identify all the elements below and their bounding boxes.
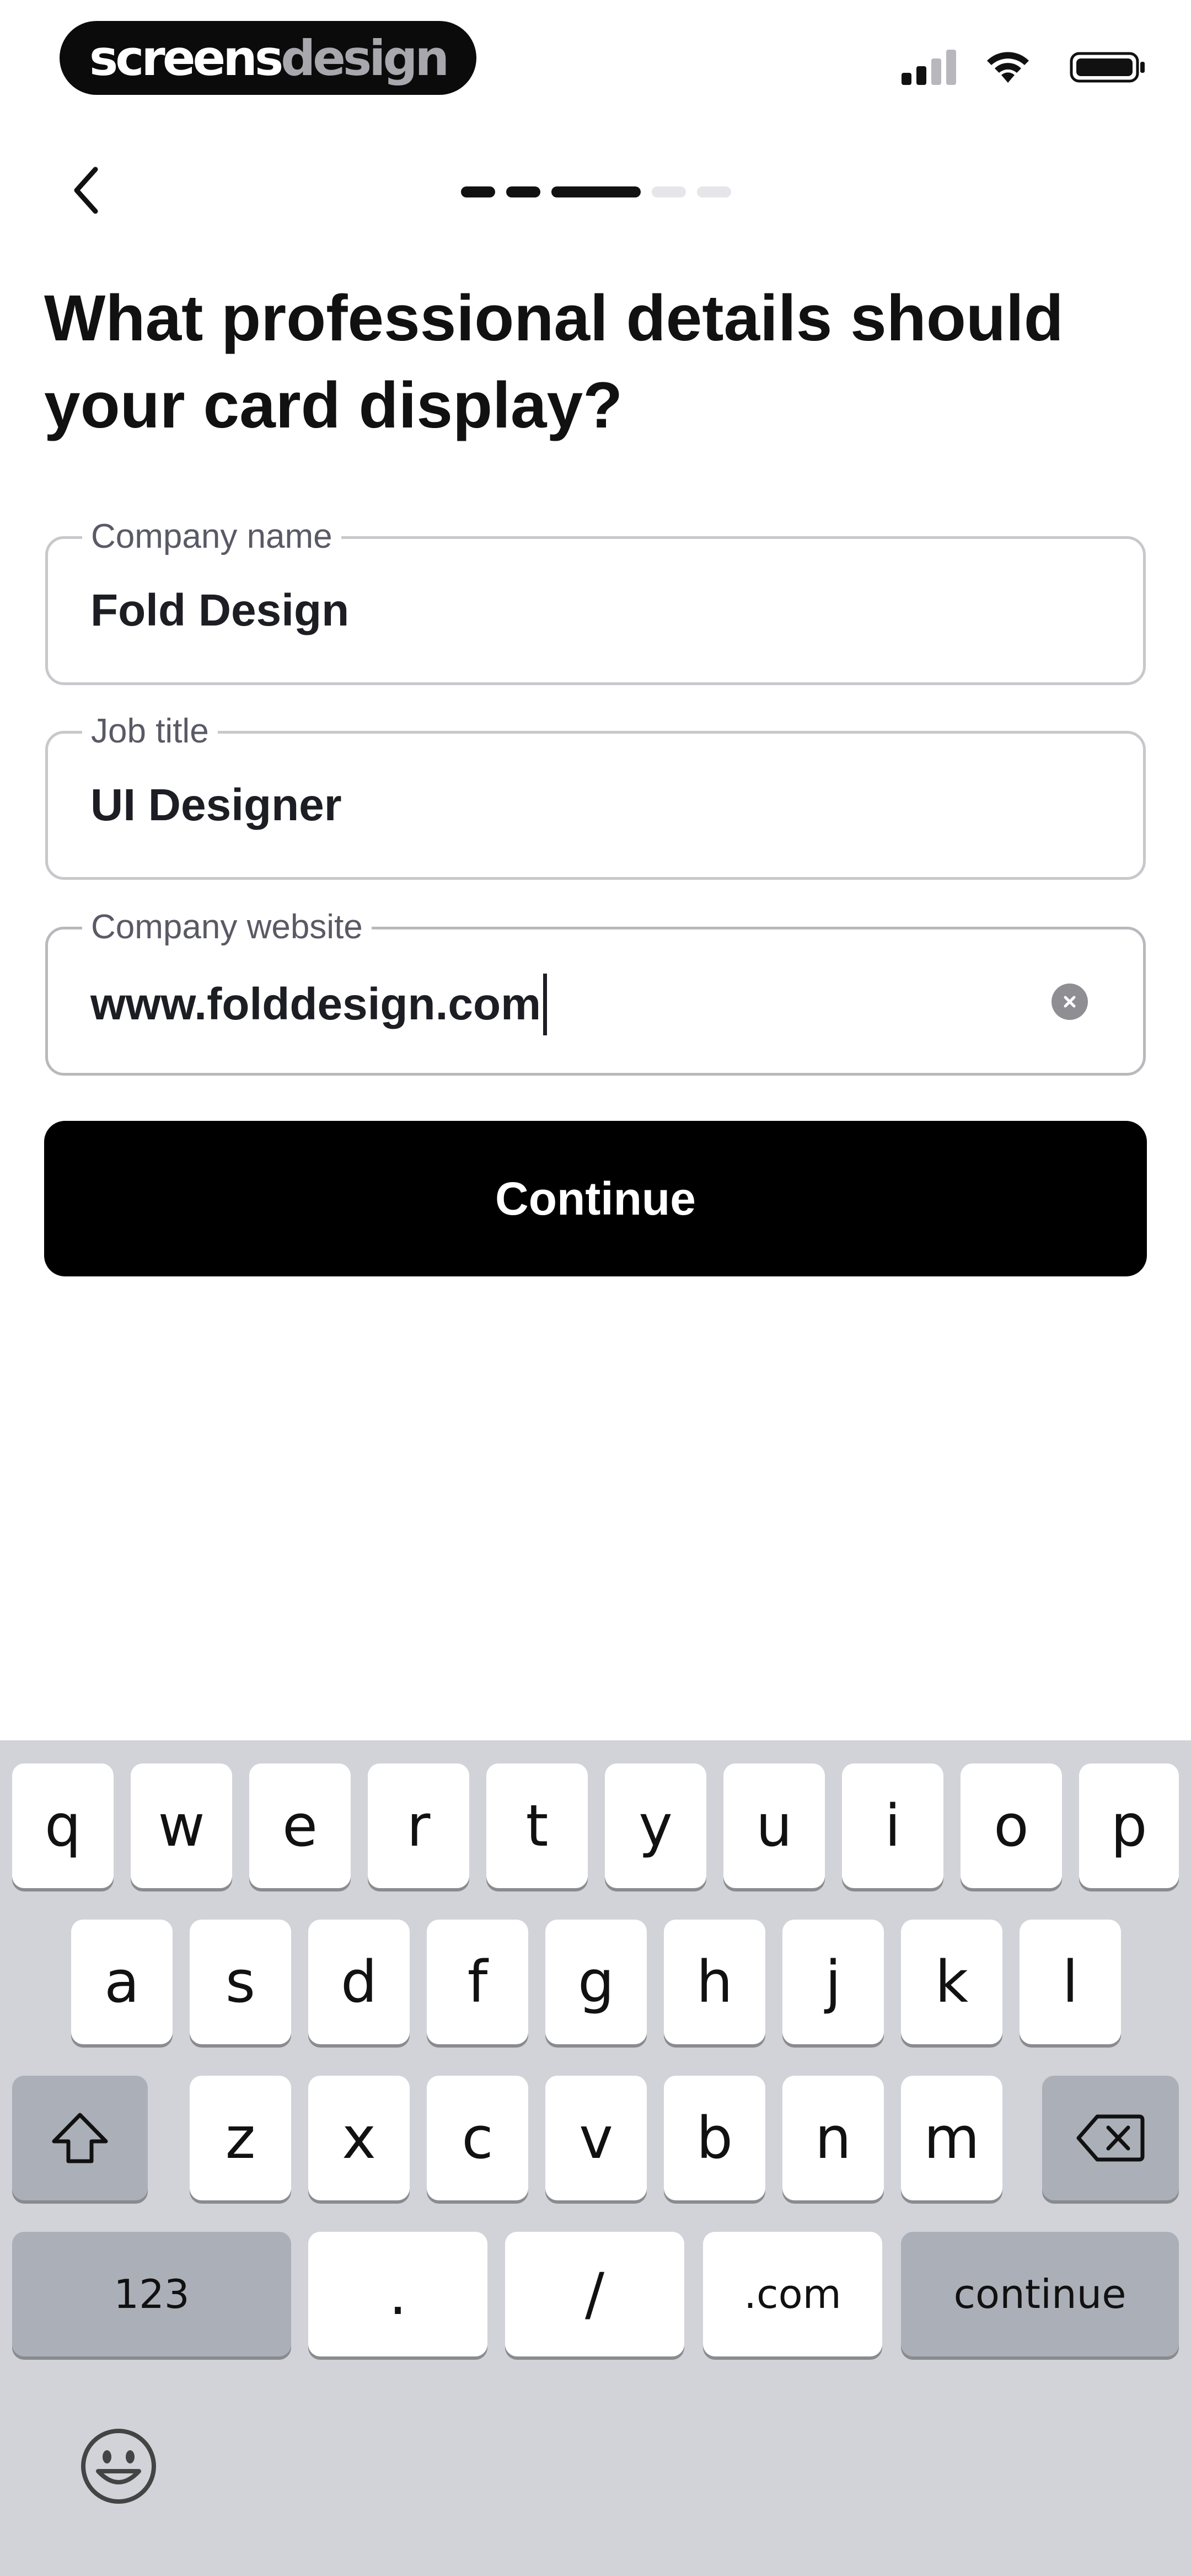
key-p[interactable]: p xyxy=(1079,1763,1179,1888)
key-u[interactable]: u xyxy=(723,1763,825,1888)
progress-segment-pending xyxy=(697,186,731,197)
key-g[interactable]: g xyxy=(545,1920,647,2044)
logo-text-screens: screens xyxy=(89,29,283,87)
key-q[interactable]: q xyxy=(12,1763,114,1888)
step-progress-indicator xyxy=(461,186,731,197)
close-icon xyxy=(1064,996,1076,1008)
key-y[interactable]: y xyxy=(605,1763,706,1888)
key-n[interactable]: n xyxy=(782,2076,884,2200)
key-z[interactable]: z xyxy=(190,2076,291,2200)
key-b[interactable]: b xyxy=(664,2076,765,2200)
key-m[interactable]: m xyxy=(901,2076,1002,2200)
backspace-icon xyxy=(1076,2114,1145,2162)
key-k[interactable]: k xyxy=(901,1920,1002,2044)
chevron-left-icon xyxy=(74,167,98,214)
continue-button[interactable]: Continue xyxy=(44,1121,1147,1276)
cellular-signal-icon xyxy=(902,50,956,85)
screensdesign-logo: screens design xyxy=(60,21,476,95)
progress-segment-complete xyxy=(461,186,495,197)
company-name-value: Fold Design xyxy=(90,585,350,635)
key-o[interactable]: o xyxy=(961,1763,1062,1888)
key-a[interactable]: a xyxy=(71,1920,173,2044)
job-title-field[interactable]: Job title UI Designer xyxy=(45,709,1146,880)
battery-icon xyxy=(1070,52,1145,83)
key-dot[interactable]: . xyxy=(308,2232,487,2356)
key-slash[interactable]: / xyxy=(505,2232,684,2356)
wifi-icon xyxy=(987,52,1029,83)
key-dotcom[interactable]: .com xyxy=(703,2232,882,2356)
status-icons xyxy=(871,46,1147,90)
shift-key[interactable] xyxy=(12,2076,148,2200)
key-e[interactable]: e xyxy=(249,1763,351,1888)
emoji-key[interactable] xyxy=(77,2425,160,2508)
company-website-input[interactable]: www.folddesign.com xyxy=(90,974,547,1035)
key-s[interactable]: s xyxy=(190,1920,291,2044)
key-l[interactable]: l xyxy=(1020,1920,1121,2044)
key-x[interactable]: x xyxy=(308,2076,410,2200)
key-f[interactable]: f xyxy=(427,1920,528,2044)
text-cursor xyxy=(543,974,547,1035)
key-v[interactable]: v xyxy=(545,2076,647,2200)
job-title-label: Job title xyxy=(82,709,218,753)
key-i[interactable]: i xyxy=(842,1763,943,1888)
company-name-field[interactable]: Company name Fold Design xyxy=(45,515,1146,685)
shift-arrow-icon xyxy=(52,2113,108,2163)
progress-segment-current xyxy=(551,186,641,197)
key-d[interactable]: d xyxy=(308,1920,410,2044)
key-w[interactable]: w xyxy=(131,1763,232,1888)
company-name-label: Company name xyxy=(82,515,341,559)
progress-segment-complete xyxy=(506,186,540,197)
key-h[interactable]: h xyxy=(664,1920,765,2044)
job-title-value: UI Designer xyxy=(90,780,342,830)
keyboard: q w e r t y u i o p a s d f g h j k l z … xyxy=(0,1740,1191,2576)
clear-text-button[interactable] xyxy=(1051,984,1088,1020)
key-r[interactable]: r xyxy=(368,1763,469,1888)
company-website-value: www.folddesign.com xyxy=(90,979,541,1029)
logo-text-design: design xyxy=(281,29,449,87)
back-button[interactable] xyxy=(61,160,110,221)
key-c[interactable]: c xyxy=(427,2076,528,2200)
company-website-label: Company website xyxy=(82,905,372,949)
progress-segment-pending xyxy=(652,186,686,197)
key-j[interactable]: j xyxy=(782,1920,884,2044)
emoji-smiley-icon xyxy=(81,2429,156,2504)
numbers-key[interactable]: 123 xyxy=(12,2232,291,2356)
continue-return-key[interactable]: continue xyxy=(901,2232,1179,2356)
company-website-field[interactable]: Company website www.folddesign.com xyxy=(45,905,1146,1076)
page-title: What professional details should your ca… xyxy=(44,282,1064,442)
key-t[interactable]: t xyxy=(486,1763,588,1888)
delete-key[interactable] xyxy=(1042,2076,1179,2200)
